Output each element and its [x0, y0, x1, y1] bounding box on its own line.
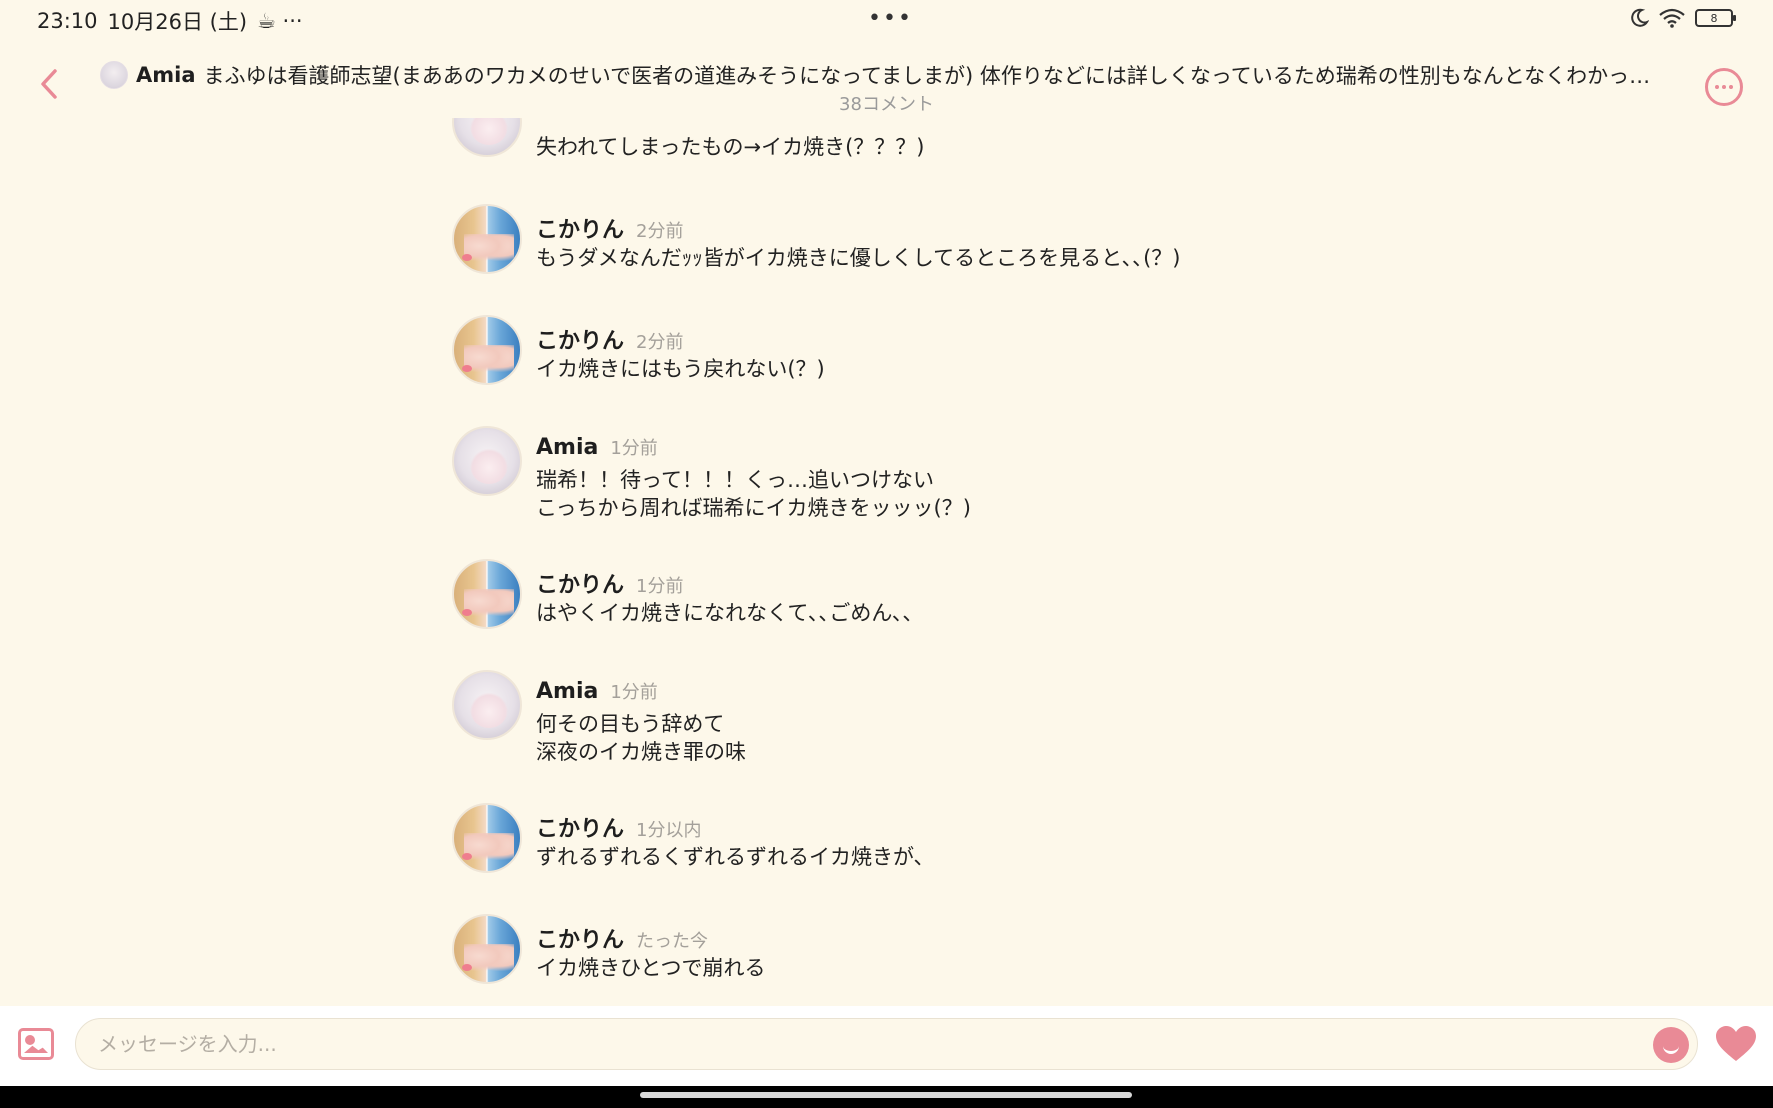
- message-author[interactable]: こかりん: [536, 567, 624, 599]
- more-options-button[interactable]: [1705, 68, 1743, 106]
- message-text: 瑞希！！待って！！！くっ…追いつけない こっちから周れば瑞希にイカ焼きをッッッ(…: [536, 468, 971, 520]
- avatar[interactable]: [452, 118, 522, 157]
- status-right: 8: [1629, 8, 1736, 28]
- message-composer: [0, 1006, 1773, 1086]
- message-time: 1分前: [610, 438, 658, 459]
- message-author[interactable]: こかりん: [536, 922, 624, 954]
- header-avatar: [100, 61, 128, 89]
- message-header: Amia 1分前: [536, 434, 658, 460]
- avatar[interactable]: [452, 670, 522, 740]
- status-left: 23:10 10月26日 (土) ☕ ···: [37, 6, 303, 36]
- battery-icon: 8: [1695, 9, 1736, 27]
- system-nav-bar: [0, 1086, 1773, 1108]
- message-thread[interactable]: 失われてしまったもの→イカ焼き(？？？) こかりん 2分前 もうダメなんだｯｯ皆…: [0, 118, 1773, 1006]
- message-header: こかりん たった今: [536, 922, 708, 954]
- header-title-row[interactable]: Amia まふゆは看護師志望(まああのワカメのせいで医者の道進みそうになってまし…: [100, 60, 1680, 90]
- header-author: Amia: [136, 63, 196, 87]
- more-dot-icon: [1729, 85, 1733, 89]
- message-author[interactable]: こかりん: [536, 811, 624, 843]
- moon-icon: [1631, 8, 1649, 27]
- message-input[interactable]: [98, 1019, 1618, 1069]
- avatar[interactable]: [452, 426, 522, 496]
- sticker-icon[interactable]: [1653, 1027, 1689, 1063]
- message-text: イカ焼きにはもう戻れない(？): [536, 357, 825, 381]
- avatar[interactable]: [452, 914, 522, 984]
- header-title: まふゆは看護師志望(まああのワカメのせいで医者の道進みそうになってましまが) 体…: [203, 64, 1651, 88]
- message-text: 何その目もう辞めて 深夜のイカ焼き罪の味: [536, 712, 746, 764]
- comment-count: 38コメント: [839, 94, 934, 115]
- status-center-dots: •••: [868, 6, 913, 31]
- message-header: Amia 1分前: [536, 678, 658, 704]
- message-author[interactable]: Amia: [536, 435, 598, 460]
- more-dot-icon: [1722, 85, 1726, 89]
- message-time: 1分前: [610, 682, 658, 703]
- avatar[interactable]: [452, 559, 522, 629]
- message-header: こかりん 1分以内: [536, 811, 701, 843]
- heart-icon: [1716, 1026, 1756, 1061]
- message-time: 2分前: [636, 221, 684, 242]
- message-text: ずれるずれるくずれるずれるイカ焼きが､: [536, 845, 925, 869]
- message-author[interactable]: こかりん: [536, 323, 624, 355]
- avatar[interactable]: [452, 315, 522, 385]
- message-header: こかりん 2分前: [536, 212, 683, 244]
- status-date: 10月26日 (土): [107, 10, 248, 34]
- message-text: イカ焼きひとつで崩れる: [536, 956, 766, 980]
- message-header: こかりん 2分前: [536, 323, 683, 355]
- message-text: はやくイカ焼きになれなくて､､ごめん､､: [536, 601, 914, 625]
- wifi-icon: [1659, 8, 1685, 28]
- status-extra: ☕ ···: [257, 9, 303, 33]
- more-dot-icon: [1715, 85, 1719, 89]
- message-time: 1分前: [636, 576, 684, 597]
- message-time: 2分前: [636, 332, 684, 353]
- status-bar: 23:10 10月26日 (土) ☕ ··· ••• 8: [0, 0, 1773, 40]
- like-button[interactable]: [1715, 1024, 1757, 1064]
- message-author[interactable]: Amia: [536, 679, 598, 704]
- message-time: 1分以内: [636, 820, 702, 841]
- chat-header: Amia まふゆは看護師志望(まああのワカメのせいで医者の道進みそうになってまし…: [0, 48, 1773, 118]
- message-text: 失われてしまったもの→イカ焼き(？？？): [536, 135, 925, 159]
- home-handle[interactable]: [640, 1092, 1132, 1098]
- avatar[interactable]: [452, 803, 522, 873]
- message-author[interactable]: こかりん: [536, 212, 624, 244]
- message-time: たった今: [636, 931, 709, 952]
- message-text: もうダメなんだｯｯ皆がイカ焼きに優しくしてるところを見ると､､(？): [536, 246, 1181, 270]
- message-input-wrapper: [75, 1018, 1698, 1070]
- message-header: こかりん 1分前: [536, 567, 683, 599]
- status-time: 23:10: [37, 9, 98, 33]
- image-icon[interactable]: [18, 1028, 54, 1060]
- battery-level: 8: [1710, 11, 1718, 25]
- avatar[interactable]: [452, 204, 522, 274]
